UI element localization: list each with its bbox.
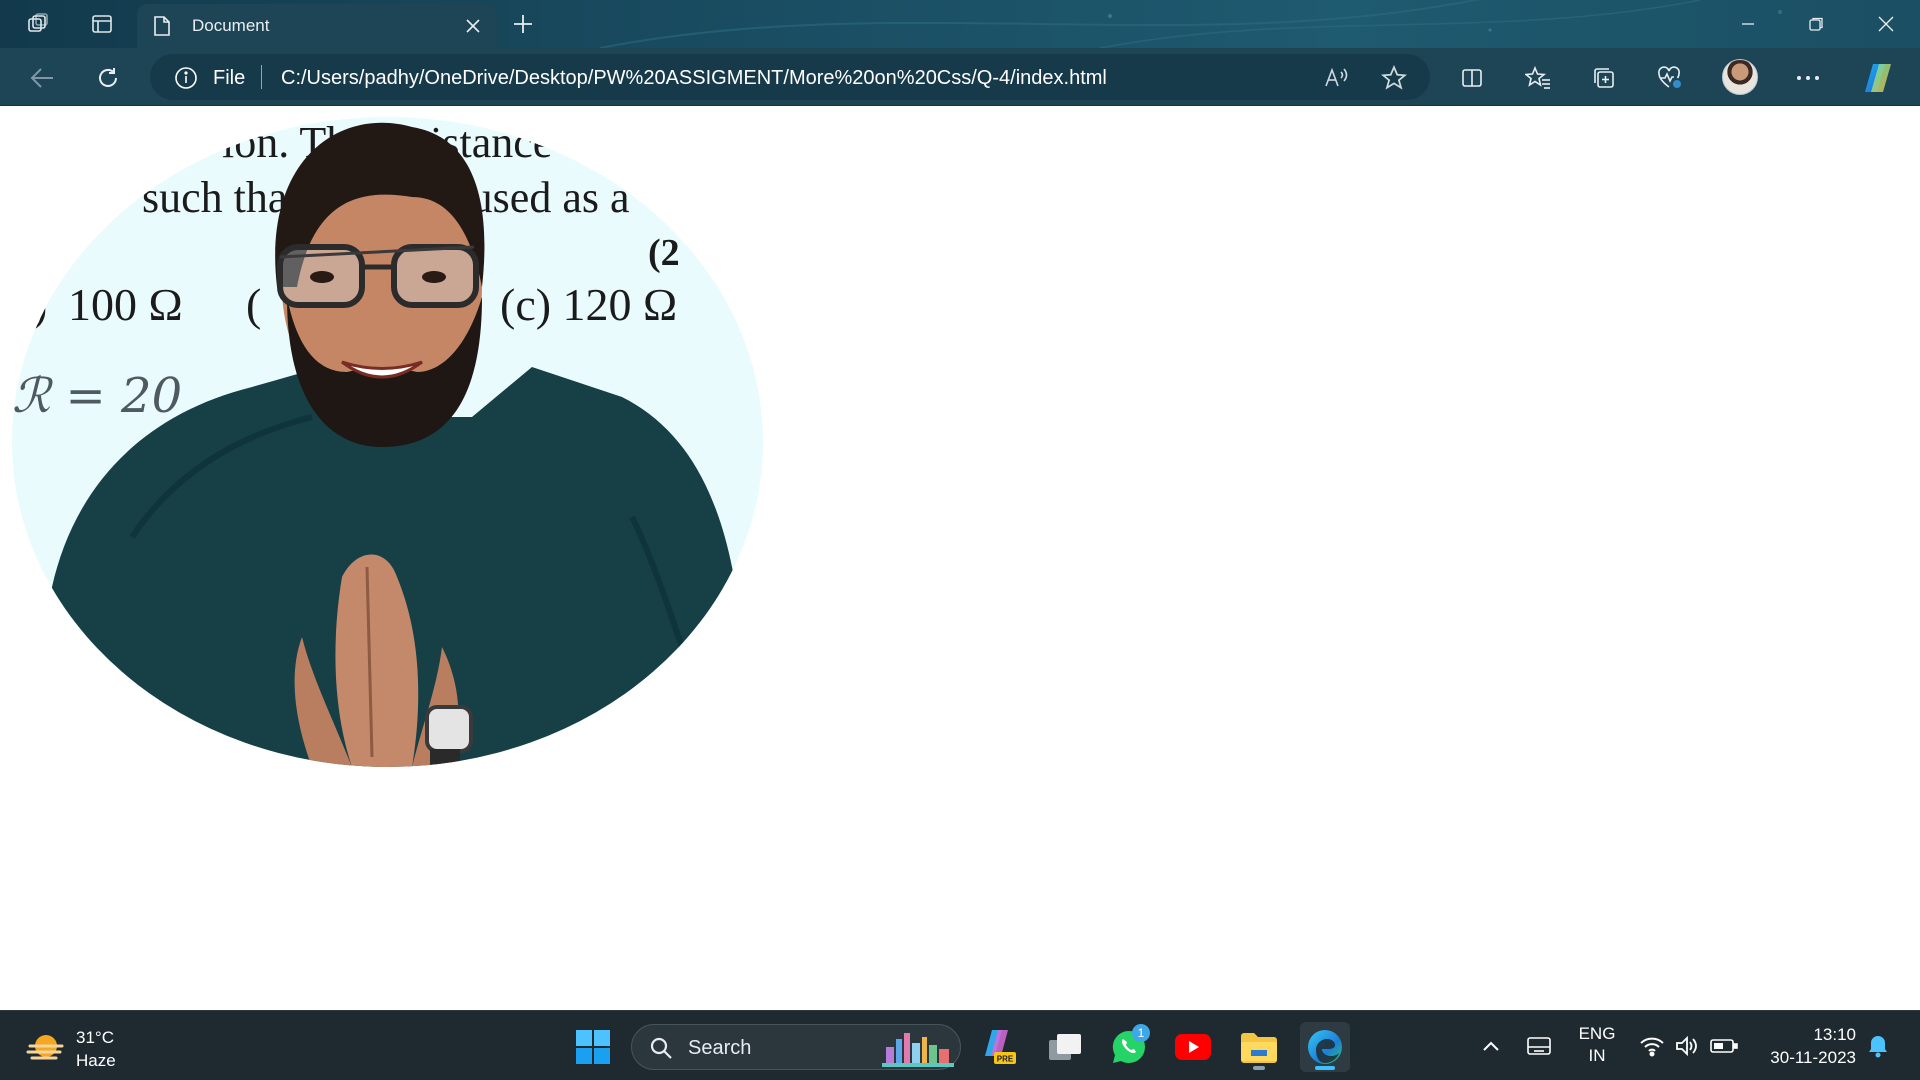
start-button[interactable]: [568, 1022, 618, 1072]
whatsapp-unread-badge: 1: [1132, 1024, 1150, 1042]
taskbar-file-explorer[interactable]: [1234, 1022, 1284, 1072]
active-indicator: [1315, 1066, 1335, 1070]
copilot-pre-icon: PRE: [985, 1030, 1016, 1064]
close-window-button[interactable]: [1852, 0, 1920, 48]
split-screen-icon[interactable]: [1454, 60, 1490, 96]
search-highlight-city-icon: [882, 1029, 954, 1072]
language-code: ENG: [1578, 1024, 1616, 1043]
favorites-icon[interactable]: [1520, 60, 1556, 96]
board-text-option-b-prefix: (: [246, 279, 261, 330]
haze-sun-icon: [26, 1032, 66, 1069]
board-handwriting: ℛ = 20: [12, 368, 182, 424]
profile-avatar[interactable]: [1722, 59, 1758, 95]
battery-icon[interactable]: [1706, 1028, 1742, 1064]
address-separator: [261, 65, 262, 89]
region-code: IN: [1588, 1046, 1606, 1065]
web-page-content: ion. The resistance such that it can be …: [0, 107, 1920, 1010]
weather-widget[interactable]: 31°C Haze: [26, 1024, 136, 1070]
language-indicator[interactable]: ENG IN: [1575, 1023, 1619, 1067]
tab-title: Document: [192, 16, 270, 35]
edge-icon: [1308, 1030, 1342, 1064]
taskbar-youtube[interactable]: [1168, 1022, 1218, 1072]
close-tab-icon[interactable]: [461, 14, 485, 38]
workspaces-icon[interactable]: [24, 10, 52, 38]
favorite-star-icon[interactable]: [1380, 64, 1408, 92]
copilot-icon[interactable]: [1860, 60, 1896, 96]
volume-icon[interactable]: [1670, 1028, 1706, 1064]
clock-date: 30-11-2023: [1770, 1048, 1856, 1067]
windows-logo-icon: [576, 1030, 610, 1064]
refresh-button[interactable]: [90, 60, 126, 96]
document-icon: [153, 15, 171, 42]
show-hidden-icons-chevron-up-icon[interactable]: [1473, 1028, 1509, 1064]
browser-title-bar: Document: [0, 0, 1920, 48]
youtube-icon: [1175, 1034, 1211, 1060]
tab-document[interactable]: Document: [137, 4, 497, 48]
task-view-icon: [1049, 1034, 1081, 1060]
search-label: Search: [688, 1037, 752, 1059]
system-clock[interactable]: 13:10 30-11-2023: [1752, 1023, 1856, 1069]
profile-photo: ion. The resistance such that it can be …: [12, 117, 763, 767]
taskbar-copilot-preview[interactable]: PRE: [974, 1022, 1024, 1072]
search-icon: [649, 1036, 673, 1065]
more-options-icon[interactable]: [1790, 60, 1826, 96]
browser-toolbar: File C:/Users/padhy/OneDrive/Desktop/PW%…: [0, 48, 1920, 106]
collections-icon[interactable]: [1586, 60, 1622, 96]
board-text-year-mark: (2: [648, 232, 680, 274]
clock-time: 13:10: [1813, 1025, 1856, 1044]
minimize-button[interactable]: [1714, 0, 1782, 48]
vertical-tabs-icon[interactable]: [88, 10, 116, 38]
board-text-option-c: (c) 120 Ω: [500, 279, 677, 330]
browser-essentials-icon[interactable]: [1652, 60, 1688, 96]
folder-icon: [1241, 1033, 1277, 1063]
info-icon[interactable]: [174, 66, 198, 95]
back-button[interactable]: [24, 60, 60, 96]
url-scheme-label: File: [213, 67, 246, 89]
taskbar-edge[interactable]: [1300, 1022, 1350, 1072]
board-text-paren: ): [32, 279, 47, 330]
wifi-icon[interactable]: [1634, 1028, 1670, 1064]
weather-condition: Haze: [76, 1051, 116, 1070]
running-indicator: [1253, 1066, 1265, 1070]
board-text-option-b: 100 Ω: [68, 279, 183, 330]
touch-keyboard-icon[interactable]: [1521, 1028, 1557, 1064]
new-tab-button[interactable]: [508, 9, 538, 39]
windows-taskbar: 31°C Haze Search PRE 1 ENG IN 13:10 30-1…: [0, 1010, 1920, 1080]
taskbar-search[interactable]: Search: [631, 1024, 961, 1070]
taskbar-whatsapp[interactable]: 1: [1104, 1022, 1154, 1072]
taskbar-task-view[interactable]: [1040, 1022, 1090, 1072]
notifications-bell-icon[interactable]: [1860, 1028, 1896, 1064]
url-text[interactable]: C:/Users/padhy/OneDrive/Desktop/PW%20ASS…: [281, 67, 1107, 90]
read-aloud-icon[interactable]: [1322, 64, 1350, 92]
svg-text:PRE: PRE: [997, 1055, 1014, 1064]
restore-button[interactable]: [1782, 0, 1850, 48]
address-bar[interactable]: File C:/Users/padhy/OneDrive/Desktop/PW%…: [150, 54, 1430, 100]
weather-temperature: 31°C: [76, 1028, 114, 1047]
